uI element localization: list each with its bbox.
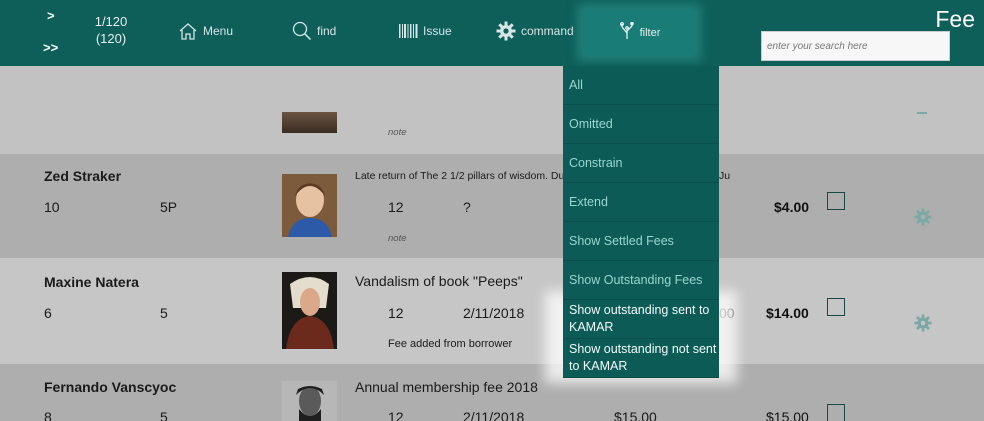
fee-outstanding: 12 bbox=[388, 199, 404, 215]
borrower-class: 5P bbox=[160, 199, 178, 215]
borrower-id: 8 bbox=[44, 409, 52, 421]
filter-option-settled[interactable]: Show Settled Fees bbox=[563, 222, 719, 261]
fee-date: ? bbox=[463, 199, 471, 215]
filter-option-all[interactable]: All bbox=[563, 66, 719, 105]
borrower-class: 5 bbox=[160, 409, 168, 421]
record-counter: 1/120 (120) bbox=[88, 13, 134, 47]
search-icon bbox=[292, 21, 312, 41]
last-record-button[interactable]: >> bbox=[43, 40, 58, 55]
fee-amount: $15.00 bbox=[766, 409, 809, 421]
menu-button[interactable]: Menu bbox=[178, 18, 233, 44]
table-row[interactable]: Fernando Vanscyoc 8 5 Annual membership … bbox=[0, 364, 984, 421]
row-note: note bbox=[388, 233, 407, 244]
table-row[interactable]: Maxine Natera 6 5 Vandalism of book "Pee… bbox=[0, 258, 984, 364]
table-row[interactable]: note bbox=[0, 66, 984, 154]
home-icon bbox=[178, 21, 198, 41]
settled-checkbox[interactable] bbox=[827, 404, 845, 421]
issue-label: Issue bbox=[423, 24, 452, 38]
menu-label: Menu bbox=[203, 24, 234, 38]
borrower-photo bbox=[282, 381, 337, 421]
filter-option-omitted[interactable]: Omitted bbox=[563, 105, 719, 144]
borrower-class: 5 bbox=[160, 305, 168, 321]
record-position: 1/120 bbox=[94, 14, 128, 29]
next-record-button[interactable]: > bbox=[47, 8, 55, 23]
borrower-photo bbox=[282, 112, 337, 133]
find-button[interactable]: find bbox=[292, 18, 336, 44]
gear-icon[interactable] bbox=[917, 112, 927, 114]
fee-description: Annual membership fee 2018 bbox=[355, 379, 538, 395]
search-input[interactable] bbox=[761, 31, 950, 61]
barcode-icon bbox=[399, 24, 418, 38]
filter-option-outstanding[interactable]: Show Outstanding Fees bbox=[563, 261, 719, 300]
issue-button[interactable]: Issue bbox=[399, 18, 452, 44]
fee-date: 2/11/2018 bbox=[463, 305, 525, 321]
table-row[interactable]: Zed Straker 10 5P Late return of The 2 1… bbox=[0, 154, 984, 258]
fee-memo: Fee added from borrower bbox=[388, 338, 513, 350]
borrower-photo bbox=[282, 272, 337, 349]
top-bar: > >> 1/120 (120) Menu find Issue command… bbox=[0, 0, 984, 66]
filter-option-extend[interactable]: Extend bbox=[563, 183, 719, 222]
borrower-id: 10 bbox=[44, 199, 60, 215]
fee-paid: $15.00 bbox=[614, 409, 657, 421]
gear-icon[interactable] bbox=[914, 314, 932, 337]
settled-checkbox[interactable] bbox=[827, 298, 845, 316]
command-button[interactable]: command bbox=[496, 18, 574, 44]
filter-option-sent-to-kamar[interactable]: Show outstanding sent to KAMAR bbox=[563, 300, 719, 339]
borrower-photo bbox=[282, 174, 337, 237]
gear-icon[interactable] bbox=[914, 208, 932, 231]
borrower-name[interactable]: Fernando Vanscyoc bbox=[44, 379, 176, 395]
record-total: (120) bbox=[95, 31, 127, 46]
fee-date: 2/11/2018 bbox=[463, 409, 525, 421]
filter-button[interactable]: filter bbox=[583, 10, 695, 55]
fee-outstanding: 12 bbox=[388, 409, 404, 421]
fee-description: Vandalism of book "Peeps" bbox=[355, 273, 523, 289]
borrower-id: 6 bbox=[44, 305, 52, 321]
filter-option-constrain[interactable]: Constrain bbox=[563, 144, 719, 183]
fee-amount: $4.00 bbox=[774, 199, 810, 215]
borrower-name[interactable]: Maxine Natera bbox=[44, 274, 139, 290]
command-label: command bbox=[521, 24, 574, 38]
page-title: Fee bbox=[935, 6, 975, 32]
fee-amount: $14.00 bbox=[766, 305, 809, 321]
fee-outstanding: 12 bbox=[388, 305, 404, 321]
gear-icon bbox=[496, 21, 516, 41]
borrower-name[interactable]: Zed Straker bbox=[44, 168, 121, 184]
filter-option-not-sent-to-kamar[interactable]: Show outstanding not sent to KAMAR bbox=[563, 339, 719, 378]
filter-tree-icon bbox=[618, 21, 636, 43]
filter-label: filter bbox=[639, 26, 661, 39]
filter-dropdown-menu: All Omitted Constrain Extend Show Settle… bbox=[563, 66, 719, 378]
settled-checkbox[interactable] bbox=[827, 192, 845, 210]
fee-description: Late return of The 2 1/2 pillars of wisd… bbox=[355, 170, 580, 182]
find-label: find bbox=[317, 24, 337, 38]
row-note: note bbox=[388, 127, 407, 138]
fee-description-tail: Ju bbox=[719, 170, 731, 182]
